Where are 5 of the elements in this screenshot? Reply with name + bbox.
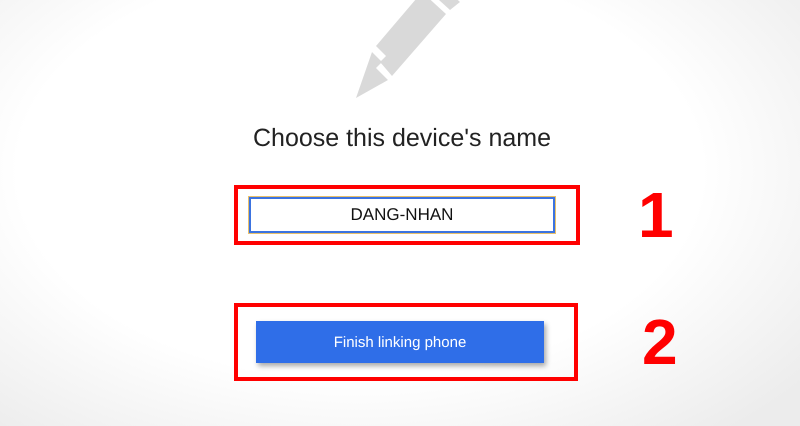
annotation-number: 1 (638, 183, 675, 247)
finish-linking-button[interactable]: Finish linking phone (256, 321, 544, 363)
device-name-field[interactable]: DANG-NHAN (249, 197, 555, 233)
page-title: Choose this device's name (252, 124, 552, 153)
annotation-number: 2 (642, 310, 679, 374)
